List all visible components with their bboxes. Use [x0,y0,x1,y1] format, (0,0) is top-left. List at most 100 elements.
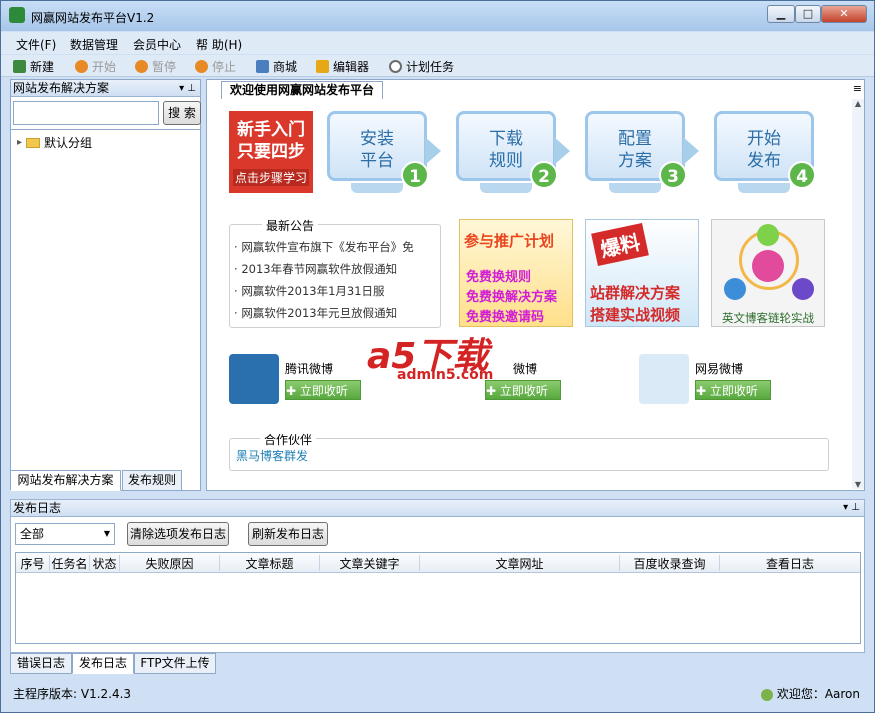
step-configure[interactable]: 配置 方案 3 [579,109,689,195]
log-panel-header: 发布日志 ▾ ⊥ [10,499,865,517]
panel-menu-icon[interactable]: ≡ [853,82,862,95]
scroll-up-icon[interactable]: ▲ [852,99,864,108]
new-label: 新建 [30,60,55,74]
step-4-line2: 发布 [747,151,781,171]
main-scrollbar[interactable]: ▲ ▼ [852,99,864,489]
promo-referral-title: 参与推广计划 [464,232,555,250]
step-2-number: 2 [530,161,558,189]
maximize-button[interactable]: □ [795,5,821,23]
follow-button[interactable]: ✚ 立即收听 [285,380,361,400]
tencent-weibo-icon [229,354,279,404]
clear-log-button[interactable]: 清除选项发布日志 [127,522,229,546]
log-table: 序号 任务名 状态 失败原因 文章标题 文章关键字 文章网址 百度收录查询 查看… [15,552,861,644]
stop-button[interactable]: 停止 [195,58,236,75]
step-start-publish[interactable]: 开始 发布 4 [708,109,818,195]
step-4-line1: 开始 [747,129,781,149]
store-label: 商城 [273,60,298,74]
tab-error-log[interactable]: 错误日志 [10,653,72,674]
solution-panel: 网站发布解决方案 ▾ ⊥ 搜 索 ▸ 默认分组 [10,79,201,491]
editor-label: 编辑器 [333,60,370,74]
pin-icon[interactable]: ▾ ⊥ [179,80,196,97]
beginner-line2: 只要四步 [237,142,305,162]
column-header[interactable]: 状态 [90,555,120,571]
log-panel: 全部 ▼ 清除选项发布日志 刷新发布日志 序号 任务名 状态 失败原因 文章标题… [10,517,865,653]
announcements-box: 最新公告 · 网赢软件宣布旗下《发布平台》免 · 2013年春节网赢软件放假通知… [229,217,441,328]
share-sina-name: 微博 [513,362,538,376]
solution-tree: ▸ 默认分组 [11,129,200,491]
search-input[interactable] [13,101,159,125]
scroll-down-icon[interactable]: ▼ [852,480,864,489]
step-install[interactable]: 安装 平台 1 [321,109,431,195]
log-filter-value: 全部 [20,527,45,541]
node-icon [757,224,779,246]
announcement-item[interactable]: · 2013年春节网赢软件放假通知 [234,261,438,277]
status-bar: 主程序版本: V1.2.4.3 欢迎您：Aaron [1,679,874,712]
share-netease-name: 网易微博 [695,362,744,376]
partner-link[interactable]: 黑马博客群发 [236,447,308,464]
start-button[interactable]: 开始 [75,58,116,75]
refresh-log-button[interactable]: 刷新发布日志 [248,522,328,546]
promo-referral[interactable]: 参与推广计划 免费换规则 免费换解决方案 免费换邀请码 [459,219,573,327]
minimize-button[interactable]: ▁ [767,5,795,23]
share-tencent-name: 腾讯微博 [285,362,334,376]
new-button[interactable]: 新建 [13,58,54,75]
app-window: 网赢网站发布平台V1.2 ▁ □ ✕ 文件(F) 数据管理 会员中心 帮 助(H… [0,0,875,713]
column-header[interactable]: 失败原因 [120,555,220,571]
stop-label: 停止 [212,60,237,74]
log-filter-select[interactable]: 全部 ▼ [15,523,115,545]
column-header[interactable]: 文章关键字 [320,555,420,571]
promo-exposure-line: 搭建实战视频 [590,306,681,324]
solution-panel-header: 网站发布解决方案 ▾ ⊥ [11,80,200,97]
tab-welcome[interactable]: 欢迎使用网赢网站发布平台 [221,81,383,99]
share-netease: 网易微博 ✚ 立即收听 [639,354,779,404]
column-header[interactable]: 文章网址 [420,555,620,571]
tab-solutions[interactable]: 网站发布解决方案 [10,470,121,491]
tree-node-default-group[interactable]: ▸ 默认分组 [17,134,92,151]
arrow-right-icon [554,137,570,165]
step-download-rules[interactable]: 下载 规则 2 [450,109,560,195]
pause-button[interactable]: 暂停 [135,58,176,75]
column-header[interactable]: 百度收录查询 [620,555,720,571]
main-panel: 欢迎使用网赢网站发布平台 ≡ 新手入门 只要四步 点击步骤学习 安装 平台 1 下… [206,79,865,491]
menu-help[interactable]: 帮 助(H) [196,36,242,53]
announcement-item[interactable]: · 网赢软件2013年1月31日服 [234,283,438,299]
tab-publish-log[interactable]: 发布日志 [72,653,134,674]
menu-bar: 文件(F) 数据管理 会员中心 帮 助(H) [1,32,874,54]
schedule-label: 计划任务 [406,60,455,74]
version-label: 主程序版本: V1.2.4.3 [13,687,132,701]
tab-ftp-upload[interactable]: FTP文件上传 [134,653,216,674]
pin-icon[interactable]: ▾ ⊥ [843,500,860,516]
schedule-button[interactable]: 计划任务 [389,58,454,75]
beginner-guide-banner[interactable]: 新手入门 只要四步 点击步骤学习 [229,111,313,193]
store-button[interactable]: 商城 [256,58,297,75]
announcement-item[interactable]: · 网赢软件2013年元旦放假通知 [234,305,438,321]
column-header[interactable]: 任务名 [50,555,90,571]
expand-icon[interactable]: ▸ [17,137,22,148]
menu-data-management[interactable]: 数据管理 [70,36,118,53]
start-label: 开始 [92,60,117,74]
announcements-title: 最新公告 [262,217,319,234]
arrow-right-icon [425,137,441,165]
tree-node-label: 默认分组 [44,136,93,150]
search-button[interactable]: 搜 索 [163,101,201,125]
solution-panel-title: 网站发布解决方案 [13,81,110,95]
monitor-stand [480,183,532,193]
column-header[interactable]: 文章标题 [220,555,320,571]
editor-button[interactable]: 编辑器 [316,58,369,75]
menu-file[interactable]: 文件(F) [16,36,56,53]
node-icon [724,278,746,300]
column-header[interactable]: 序号 [16,555,50,571]
promo-exposure[interactable]: 爆料 站群解决方案 搭建实战视频 [585,219,699,327]
node-icon [752,250,784,282]
beginner-link[interactable]: 点击步骤学习 [233,169,309,186]
log-panel-title: 发布日志 [13,501,62,515]
column-header[interactable]: 查看日志 [720,555,860,571]
tab-publish-rules[interactable]: 发布规则 [122,470,182,491]
menu-member-center[interactable]: 会员中心 [133,36,181,53]
follow-button[interactable]: ✚ 立即收听 [695,380,771,400]
promo-blog-wheel[interactable]: 英文博客链轮实战 [711,219,825,327]
promo-blog-wheel-label: 英文博客链轮实战 [722,311,814,325]
close-button[interactable]: ✕ [821,5,867,23]
new-icon [13,60,26,73]
announcement-item[interactable]: · 网赢软件宣布旗下《发布平台》免 [234,239,438,255]
